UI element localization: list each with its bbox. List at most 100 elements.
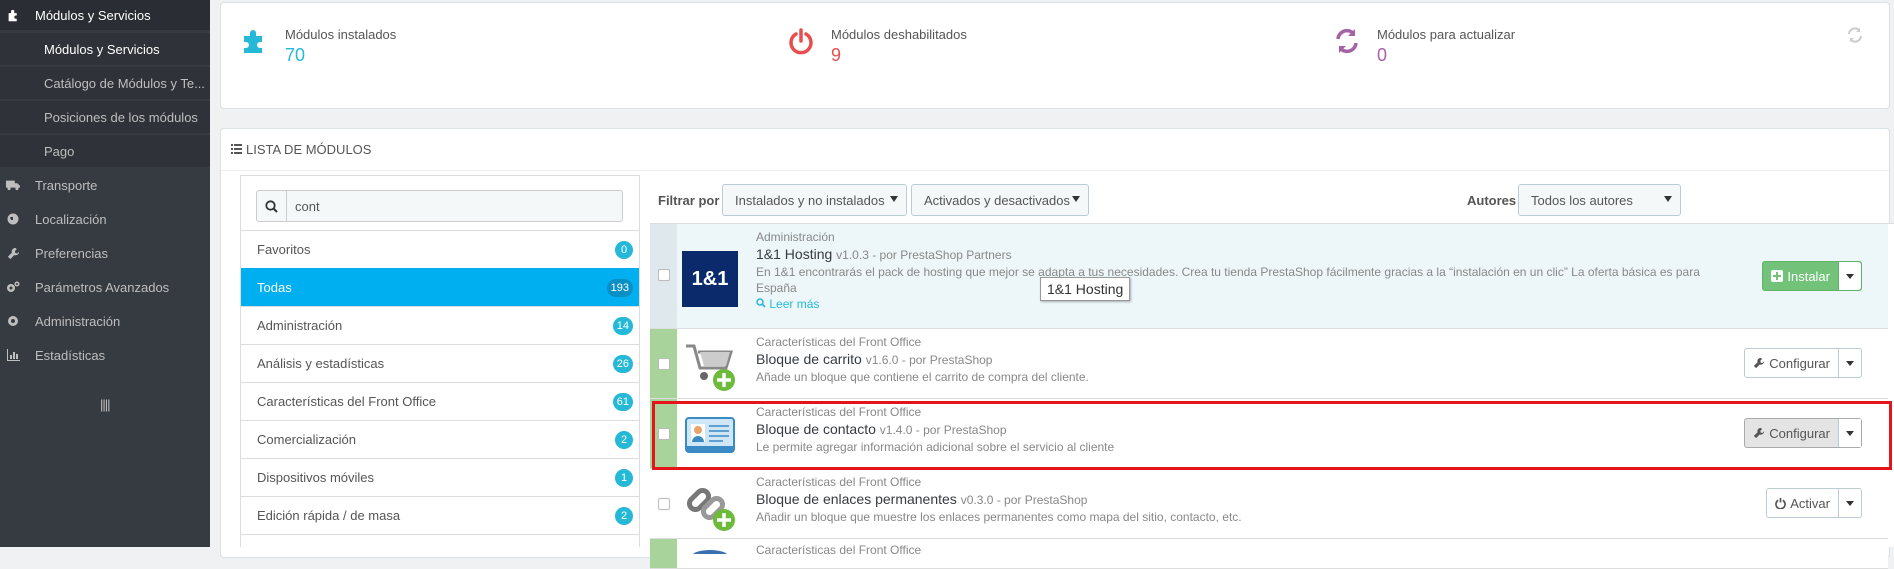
search-icon [756,298,766,308]
caret-down-icon [1846,500,1854,506]
read-more-label: Leer más [769,297,820,311]
module-category: Características del Front Office [756,405,922,419]
button-label: Configurar [1769,425,1830,441]
category-count-badge: 26 [612,354,633,373]
puzzle-icon [6,8,20,22]
category-next[interactable] [241,534,639,547]
sidebar-item-label: Preferencias [35,245,108,261]
sidebar-item-transport[interactable]: Transporte [0,170,210,200]
panel-title: LISTA DE MÓDULOS [246,142,372,157]
category-administration[interactable]: Administración 14 [241,306,639,344]
globe-icon [6,212,20,226]
kpi-refresh-icon[interactable] [1847,27,1863,48]
kpi-value: 0 [1377,45,1388,65]
sidebar-item-label: Módulos y Servicios [35,7,151,23]
category-bulk-edit[interactable]: Edición rápida / de masa 2 [241,496,639,534]
sidebar-item-label: Parámetros Avanzados [35,279,170,295]
puzzle-icon [241,27,269,55]
authors-filter-select[interactable]: Todos los autores [1518,184,1681,216]
kpi-disabled[interactable]: Módulos deshabilitados 9 [787,27,967,66]
sidebar-item-stats[interactable]: Estadísticas [0,340,210,370]
sidebar-item-modules[interactable]: Módulos y Servicios [0,0,210,30]
category-marketing[interactable]: Comercialización 2 [241,420,639,458]
plus-square-icon [1771,270,1784,282]
wrench-icon [1754,427,1765,439]
sidebar-item-advanced-params[interactable]: Parámetros Avanzados [0,272,210,302]
module-name: Bloque de carrito [756,351,862,367]
sidebar-item-label: Estadísticas [35,347,106,363]
sidebar-subitem-modules-services[interactable]: Módulos y Servicios [0,33,210,65]
category-count-badge: 1 [615,468,633,487]
list-icon [231,143,242,157]
category-count-badge: 0 [615,240,633,259]
bar-chart-icon [6,348,20,362]
module-row: Características del Front Office Bloque … [650,399,1888,469]
sidebar: Módulos y Servicios Módulos y Servicios … [0,0,210,547]
kpi-panel: Módulos instalados 70 Módulos deshabilit… [220,2,1890,109]
module-checkbox[interactable] [658,269,670,281]
sidebar-subitem-payment[interactable]: Pago [0,135,210,167]
category-count-badge: 193 [606,278,633,297]
module-checkbox[interactable] [658,358,670,370]
module-checkbox[interactable] [658,428,670,440]
enable-button[interactable]: Activar [1767,489,1839,517]
configure-button[interactable]: Configurar [1745,349,1839,377]
kpi-installed[interactable]: Módulos instalados 70 [241,27,396,66]
power-icon [1775,497,1787,509]
enable-dropdown-toggle[interactable] [1839,489,1861,517]
module-description-cont: España [756,281,797,295]
kpi-label: Módulos instalados [285,27,397,42]
category-favorites[interactable]: Favoritos 0 [241,230,639,268]
sidebar-item-preferences[interactable]: Preferencias [0,238,210,268]
refresh-icon [1333,27,1361,55]
category-front-office[interactable]: Características del Front Office 61 [241,382,639,420]
category-label: Favoritos [257,242,311,257]
configure-dropdown-toggle[interactable] [1839,419,1861,447]
module-info: Características del Front Office Bloque … [756,474,1718,525]
configure-button[interactable]: Configurar [1745,419,1839,447]
category-mobile[interactable]: Dispositivos móviles 1 [241,458,639,496]
category-label: Análisis y estadísticas [257,356,385,371]
sidebar-item-label: Administración [35,313,121,329]
sidebar-subitem-catalog[interactable]: Catálogo de Módulos y Te... [0,67,210,99]
module-info: Características del Front Office Bloque … [756,334,1718,385]
sidebar-subitem-label: Módulos y Servicios [44,41,160,57]
category-count-badge: 14 [612,316,633,335]
sidebar-collapse-icon[interactable]: |||| [100,397,110,412]
module-name: Bloque de contacto [756,421,876,437]
select-value: Activados y desactivados [924,192,1070,208]
sidebar-item-localization[interactable]: Localización [0,204,210,234]
gear-icon [6,314,20,328]
configure-dropdown-toggle[interactable] [1839,349,1861,377]
configure-button-group: Configurar [1744,418,1862,448]
sidebar-subitem-positions[interactable]: Posiciones de los módulos [0,101,210,133]
module-name-line: Bloque de enlaces permanentes v0.3.0 - p… [756,490,1718,509]
module-description: Añade un bloque que contiene el carrito … [756,370,1089,384]
kpi-value: 9 [831,45,842,65]
install-filter-select[interactable]: Instalados y no instalados [722,184,907,216]
category-label: Administración [257,318,343,333]
sidebar-item-administration[interactable]: Administración [0,306,210,336]
caret-down-icon [1072,196,1080,202]
button-label: Instalar [1787,268,1830,284]
search-icon [257,191,287,221]
module-name-line: Bloque de carrito v1.6.0 - por PrestaSho… [756,350,1718,369]
read-more-link[interactable]: Leer más [756,296,1718,312]
kpi-to-update[interactable]: Módulos para actualizar 0 [1333,27,1515,66]
module-list: 1&1 Administración 1&1 Hosting v1.0.3 - … [650,223,1894,569]
category-analytics[interactable]: Análisis y estadísticas 26 [241,344,639,382]
module-checkbox[interactable] [658,498,670,510]
install-button[interactable]: Instalar [1763,262,1839,290]
status-filter-select[interactable]: Activados y desactivados [911,184,1089,216]
wrench-icon [6,246,20,260]
category-label: Comercialización [257,432,356,447]
enable-button-group: Activar [1766,488,1862,518]
category-all[interactable]: Todas 193 [241,268,639,306]
module-row: Características del Front Office [650,539,1888,569]
module-category: Características del Front Office [756,543,922,557]
category-label: Edición rápida / de masa [257,508,401,523]
search-input[interactable] [287,192,607,220]
install-dropdown-toggle[interactable] [1839,262,1861,290]
filter-label: Filtrar por [658,193,720,208]
configure-button-group: Configurar [1744,348,1862,378]
